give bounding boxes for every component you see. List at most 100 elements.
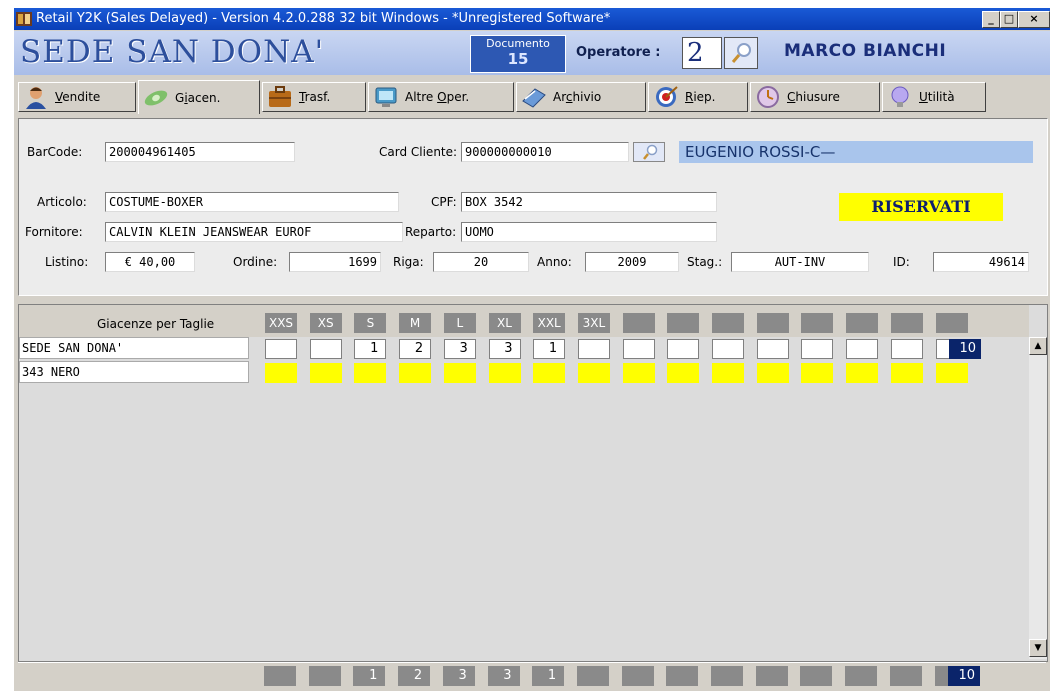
qty-cell[interactable] [756,339,789,359]
tab-trasf[interactable]: Trasf. [262,82,366,112]
app-icon [16,12,32,26]
footer-total-cell: 3 [487,666,520,686]
tab-chiusure[interactable]: Chiusure [750,82,880,112]
qty-cell[interactable] [890,339,923,359]
reserved-cell[interactable] [533,363,566,383]
tab-altre-oper[interactable]: Altre Oper. [368,82,514,112]
stag-field[interactable]: AUT-INV [731,252,869,272]
tab-label: Archivio [553,90,602,104]
qty-cell[interactable] [265,339,297,359]
barcode-label: BarCode: [27,145,83,159]
size-header [846,313,879,333]
reserved-cell[interactable] [577,363,610,383]
operatore-name: MARCO BIANCHI [784,41,947,61]
reserved-cell[interactable] [935,363,968,383]
maximize-button[interactable]: □ [1000,11,1018,28]
tab-riep[interactable]: Riep. [648,82,748,112]
vertical-scrollbar[interactable]: ▲ ▼ [1029,337,1047,659]
reserved-cell[interactable] [846,363,879,383]
qty-cell[interactable]: 2 [399,339,432,359]
minimize-button[interactable]: _ [982,11,1000,28]
qty-cell[interactable]: 3 [488,339,521,359]
card-search-button[interactable] [633,142,665,162]
qty-cell[interactable] [846,339,879,359]
qty-cell[interactable] [309,339,342,359]
tab-label: Trasf. [299,90,331,104]
qty-cell[interactable] [667,339,700,359]
qty-cell[interactable] [622,339,655,359]
reserved-cell[interactable] [890,363,923,383]
grid-row-divider [19,385,1029,406]
reparto-field[interactable]: UOMO [461,222,717,242]
scroll-down-button[interactable]: ▼ [1029,639,1047,657]
reserved-cell[interactable] [667,363,700,383]
cpf-label: CPF: [431,195,457,209]
fornitore-field[interactable]: CALVIN KLEIN JEANSWEAR EUROF [105,222,403,242]
briefcase-icon [269,86,291,107]
articolo-label: Articolo: [37,195,87,209]
anno-field[interactable]: 2009 [585,252,679,272]
money-icon [144,90,168,105]
footer-total-cell [755,666,788,686]
header-bar: SEDE SAN DONA' Documento 15 Operatore : … [14,31,1050,75]
grid-empty-row [19,533,1029,598]
riga-field[interactable]: 20 [433,252,529,272]
footer-total-cell [711,666,743,686]
qty-cell[interactable] [712,339,744,359]
tab-utilita[interactable]: Utilità [882,82,986,112]
operatore-label: Operatore : [576,45,661,60]
tab-label: Chiusure [787,90,840,104]
reserved-cell[interactable] [488,363,521,383]
footer-total-cell [800,666,833,686]
tab-archivio[interactable]: Archivio [516,82,646,112]
monitor-icon [375,87,397,107]
main-tabs: Vendite Giacen. Trasf. Altre Oper. Archi… [14,78,1050,116]
size-header: XL [488,313,521,333]
barcode-field[interactable]: 200004961405 [105,142,295,162]
reserved-cell[interactable] [309,363,342,383]
reserved-cell[interactable] [265,363,297,383]
size-header: XXS [265,313,297,333]
size-header: 3XL [577,313,610,333]
tab-giacenze[interactable]: Giacen. [138,80,260,114]
article-form: BarCode: 200004961405 Card Cliente: 9000… [18,118,1048,296]
reserved-cell[interactable] [756,363,789,383]
row-color-name[interactable]: 343 NERO [19,361,249,383]
operatore-number[interactable]: 2 [682,37,722,69]
footer-total-cell [264,666,296,686]
footer-total-cell [308,666,341,686]
qty-cell[interactable]: 1 [354,339,387,359]
reserved-cell[interactable] [443,363,476,383]
qty-cell[interactable]: 3 [443,339,476,359]
size-header: S [354,313,387,333]
id-field[interactable]: 49614 [933,252,1029,272]
lightbulb-icon [891,86,909,107]
grid-empty-row [19,597,1029,659]
reserved-cell[interactable] [354,363,387,383]
documento-box[interactable]: Documento 15 [470,35,566,73]
operatore-search-button[interactable] [724,37,758,69]
books-icon [522,88,546,108]
reparto-label: Reparto: [405,225,457,239]
reserved-cell[interactable] [801,363,834,383]
store-name: SEDE SAN DONA' [20,34,325,70]
cpf-field[interactable]: BOX 3542 [461,192,717,212]
articolo-field[interactable]: COSTUME-BOXER [105,192,399,212]
ordine-field[interactable]: 1699 [289,252,381,272]
tab-vendite[interactable]: Vendite [18,82,136,112]
footer-total-cell: 3 [442,666,475,686]
grid-empty-row [19,405,1029,470]
card-cliente-field[interactable]: 900000000010 [461,142,629,162]
qty-cell[interactable]: 1 [533,339,566,359]
reserved-cell[interactable] [622,363,655,383]
app-window: Retail Y2K (Sales Delayed) - Version 4.2… [14,8,1050,691]
close-button[interactable]: × [1018,11,1050,28]
riservati-badge[interactable]: RISERVATI [839,193,1003,221]
row-store-name[interactable]: SEDE SAN DONA' [19,337,249,359]
listino-field[interactable]: € 40,00 [105,252,195,272]
qty-cell[interactable] [577,339,610,359]
qty-cell[interactable] [801,339,834,359]
reserved-cell[interactable] [712,363,744,383]
reserved-cell[interactable] [399,363,432,383]
scroll-up-button[interactable]: ▲ [1029,337,1047,355]
